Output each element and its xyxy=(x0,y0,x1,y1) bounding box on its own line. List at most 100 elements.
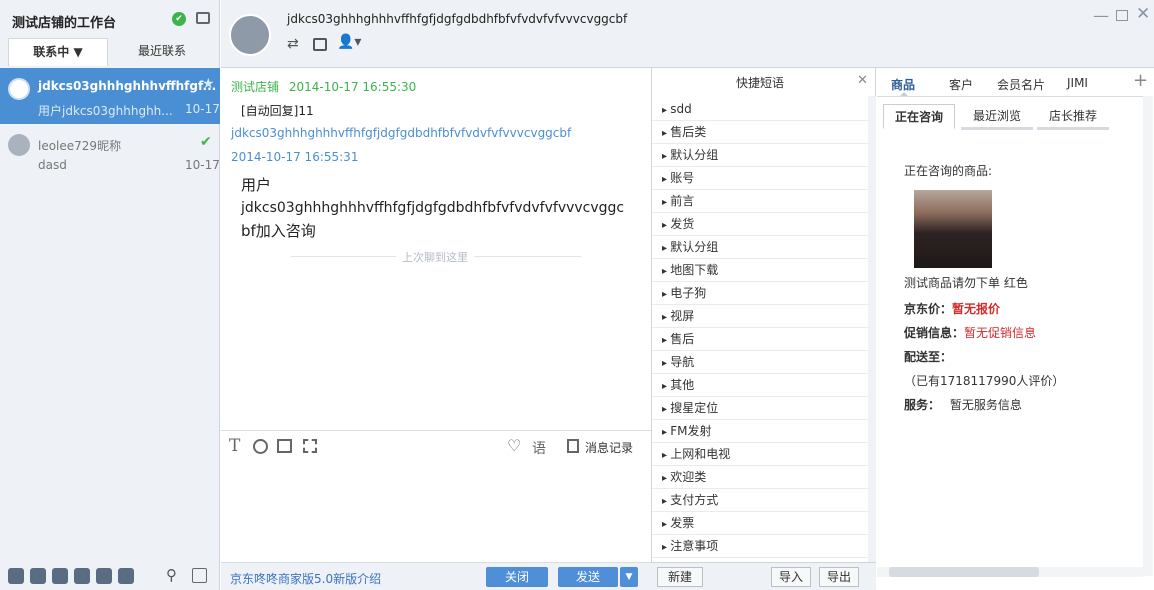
tab-recent-contacts[interactable]: 最近联系 xyxy=(112,38,212,66)
tab-contacting[interactable]: 联系中 ▼ xyxy=(8,38,108,66)
phrase-label: 上网和电视 xyxy=(670,447,731,461)
favorite-icon[interactable]: ♡ xyxy=(507,436,521,455)
intro-link[interactable]: 京东咚咚商家版5.0新版介绍 xyxy=(230,570,381,587)
phrase-label: 售后 xyxy=(670,332,695,346)
expand-arrow-icon: ▸ xyxy=(662,197,671,208)
phrase-item[interactable]: ▸ 默认分组 xyxy=(652,236,868,259)
phrase-item[interactable]: ▸ 发货 xyxy=(652,213,868,236)
add-tab-icon[interactable]: + xyxy=(1133,70,1148,91)
export-button[interactable]: 导出 xyxy=(819,567,859,587)
promo-value: 暂无促销信息 xyxy=(964,326,1037,340)
import-button[interactable]: 导入 xyxy=(771,567,811,587)
promo-label: 促销信息： xyxy=(904,326,965,340)
phrase-button[interactable]: 语 xyxy=(532,438,546,458)
robot-icon[interactable] xyxy=(74,568,90,584)
message-icon[interactable] xyxy=(118,568,134,584)
phrase-label: 默认分组 xyxy=(670,148,719,162)
phrase-item[interactable]: ▸ 账号 xyxy=(652,167,868,190)
expand-arrow-icon: ▸ xyxy=(662,496,671,507)
horizontal-scrollbar[interactable] xyxy=(877,567,1143,577)
message-box-icon[interactable] xyxy=(196,12,210,24)
group-icon[interactable] xyxy=(8,568,24,584)
scrollbar[interactable] xyxy=(868,96,876,590)
send-button[interactable]: 发送 xyxy=(558,567,618,587)
phrase-item[interactable]: ▸ sdd xyxy=(652,98,868,121)
phrase-item[interactable]: ▸ 支付方式 xyxy=(652,489,868,512)
minimize-icon[interactable]: — xyxy=(1093,6,1109,25)
history-icon xyxy=(567,439,579,453)
phrase-label: 支付方式 xyxy=(670,493,719,507)
message-time: 2014-10-17 16:55:31 xyxy=(231,150,359,164)
menu-icon[interactable] xyxy=(192,568,207,583)
product-name[interactable]: 测试商品请勿下单 红色 xyxy=(904,274,1028,291)
subtab-recent-browse[interactable]: 最近浏览 xyxy=(961,104,1033,130)
service-label: 服务： xyxy=(904,398,941,412)
expand-arrow-icon: ▸ xyxy=(662,220,671,231)
image-icon[interactable] xyxy=(277,439,292,453)
phrase-item[interactable]: ▸ 发票 xyxy=(652,512,868,535)
phrase-item[interactable]: ▸ 视屏 xyxy=(652,305,868,328)
phrase-item[interactable]: ▸ 地图下载 xyxy=(652,259,868,282)
user-icon[interactable]: 👤▾ xyxy=(337,34,361,50)
message-history-button[interactable]: 消息记录 xyxy=(585,439,633,456)
expand-arrow-icon: ▸ xyxy=(662,358,671,369)
tab-member-card[interactable]: 会员名片 xyxy=(997,76,1045,93)
phrase-item[interactable]: ▸ 上网和电视 xyxy=(652,443,868,466)
phrase-item[interactable]: ▸ FM发射 xyxy=(652,420,868,443)
close-icon[interactable]: ✕ xyxy=(857,73,868,88)
close-chat-button[interactable]: 关闭 xyxy=(486,567,548,587)
product-image[interactable] xyxy=(914,190,992,268)
avatar xyxy=(8,78,30,100)
online-status-icon[interactable]: ✔ xyxy=(172,12,186,26)
tab-jimi[interactable]: JIMI xyxy=(1067,76,1088,90)
expand-arrow-icon: ▸ xyxy=(662,473,671,484)
phrase-item[interactable]: ▸ 搜星定位 xyxy=(652,397,868,420)
contact-item[interactable]: leolee729昵称 ✔ dasd 10-17 xyxy=(0,126,220,176)
phrase-item[interactable]: ▸ 默认分组 xyxy=(652,144,868,167)
tab-product[interactable]: 商品 xyxy=(891,76,915,93)
expand-arrow-icon: ▸ xyxy=(662,105,671,116)
new-phrase-button[interactable]: 新建 xyxy=(657,567,703,587)
phrase-item[interactable]: ▸ 欢迎类 xyxy=(652,466,868,489)
search-icon[interactable]: ⚲ xyxy=(166,566,177,584)
screenshot-icon[interactable] xyxy=(303,439,317,453)
phrase-label: 发票 xyxy=(670,516,695,530)
contact-item[interactable]: jdkcs03ghhhghhhvffhfgf... ★ 用户jdkcs03ghh… xyxy=(0,68,220,124)
phrase-label: 导航 xyxy=(670,355,695,369)
transfer-icon[interactable]: ⇄ xyxy=(287,36,299,52)
chat-footer: 京东咚咚商家版5.0新版介绍 关闭 发送 ▼ xyxy=(221,562,651,590)
expand-arrow-icon: ▸ xyxy=(662,289,671,300)
avatar xyxy=(8,134,30,156)
avatar[interactable] xyxy=(229,14,271,56)
phrase-item[interactable]: ▸ 售后 xyxy=(652,328,868,351)
phrase-item[interactable]: ▸ 前言 xyxy=(652,190,868,213)
font-icon[interactable]: T xyxy=(229,436,240,456)
send-options-button[interactable]: ▼ xyxy=(620,567,638,587)
contact-tabs: 联系中 ▼ 最近联系 xyxy=(0,38,220,66)
contact-date: 10-17 xyxy=(185,102,220,116)
app-icon[interactable] xyxy=(52,568,68,584)
subtab-shop-recommend[interactable]: 店长推荐 xyxy=(1037,104,1109,130)
maximize-icon[interactable] xyxy=(1116,10,1128,21)
contact-title: jdkcs03ghhhghhhvffhfgfjdgfgdbdhfbfvfvdvf… xyxy=(287,12,628,26)
emoji-icon[interactable] xyxy=(253,439,268,454)
phrase-item[interactable]: ▸ 售后类 xyxy=(652,121,868,144)
phrase-item[interactable]: ▸ 导航 xyxy=(652,351,868,374)
phrase-item[interactable]: ▸ 电子狗 xyxy=(652,282,868,305)
scroll-thumb[interactable] xyxy=(889,567,1039,577)
price-row: 京东价：暂无报价 xyxy=(904,300,1000,317)
star-icon[interactable]: ★ xyxy=(202,76,215,92)
customer-icon[interactable] xyxy=(30,568,46,584)
tab-customer[interactable]: 客户 xyxy=(949,76,973,93)
chat-icon[interactable] xyxy=(96,568,112,584)
message-input[interactable] xyxy=(221,464,651,562)
subtab-consulting[interactable]: 正在咨询 xyxy=(883,104,955,130)
close-icon[interactable]: ✕ xyxy=(1136,4,1150,24)
calendar-icon[interactable] xyxy=(313,38,327,51)
phrase-label: FM发射 xyxy=(670,424,712,438)
message-sender: 测试店铺 xyxy=(231,80,280,94)
vertical-scrollbar[interactable] xyxy=(1143,96,1153,576)
phrase-label: 电子狗 xyxy=(670,286,707,300)
phrase-item[interactable]: ▸ 其他 xyxy=(652,374,868,397)
phrase-item[interactable]: ▸ 注意事项 xyxy=(652,535,868,558)
